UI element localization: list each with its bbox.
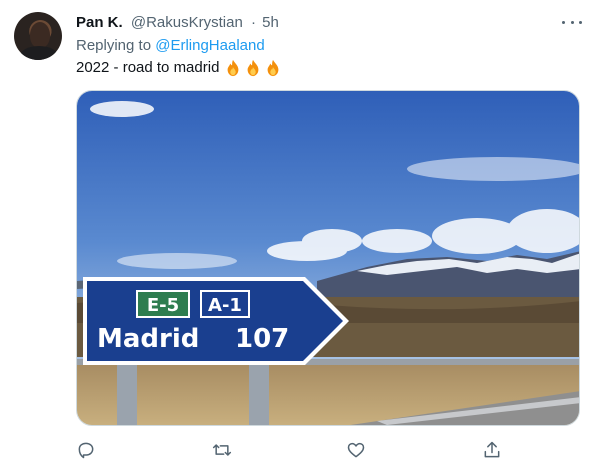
route-a-label: A-1 — [208, 295, 242, 316]
tweet-time[interactable]: 5h — [262, 14, 279, 31]
tweet-actions — [76, 438, 500, 462]
fire-icon — [228, 59, 239, 77]
fire-icon — [248, 59, 259, 77]
reply-icon[interactable] — [76, 440, 96, 460]
fire-emojis — [224, 59, 282, 77]
separator-dot: · — [250, 14, 256, 31]
road-sign-photo: E-5 A-1 Madrid 107 — [77, 91, 579, 425]
sign-city: Madrid — [97, 324, 199, 354]
avatar-face — [30, 22, 50, 48]
sign-distance: 107 — [235, 324, 289, 354]
tweet-photo[interactable]: E-5 A-1 Madrid 107 — [76, 90, 580, 426]
fire-icon — [268, 59, 279, 77]
like-icon[interactable] — [346, 440, 366, 460]
avatar[interactable] — [14, 12, 62, 60]
tweet-header: Pan K. @RakusKrystian · 5h — [76, 13, 279, 33]
route-e-label: E-5 — [147, 295, 179, 316]
replying-to: Replying to @ErlingHaaland — [76, 36, 265, 56]
share-icon[interactable] — [482, 440, 502, 460]
tweet-text: 2022 - road to madrid — [76, 58, 282, 78]
retweet-icon[interactable] — [212, 440, 232, 460]
mention-link[interactable]: @ErlingHaaland — [155, 37, 264, 54]
tweet[interactable]: Pan K. @RakusKrystian · 5h Replying to @… — [0, 0, 597, 472]
road-sign: E-5 A-1 Madrid 107 — [83, 277, 349, 365]
tweet-text-content: 2022 - road to madrid — [76, 59, 220, 76]
replying-prefix: Replying to — [76, 37, 152, 54]
display-name[interactable]: Pan K. — [76, 14, 123, 31]
more-options-icon[interactable] — [562, 12, 582, 32]
user-handle[interactable]: @RakusKrystian — [131, 14, 243, 31]
avatar-shirt — [20, 46, 58, 60]
